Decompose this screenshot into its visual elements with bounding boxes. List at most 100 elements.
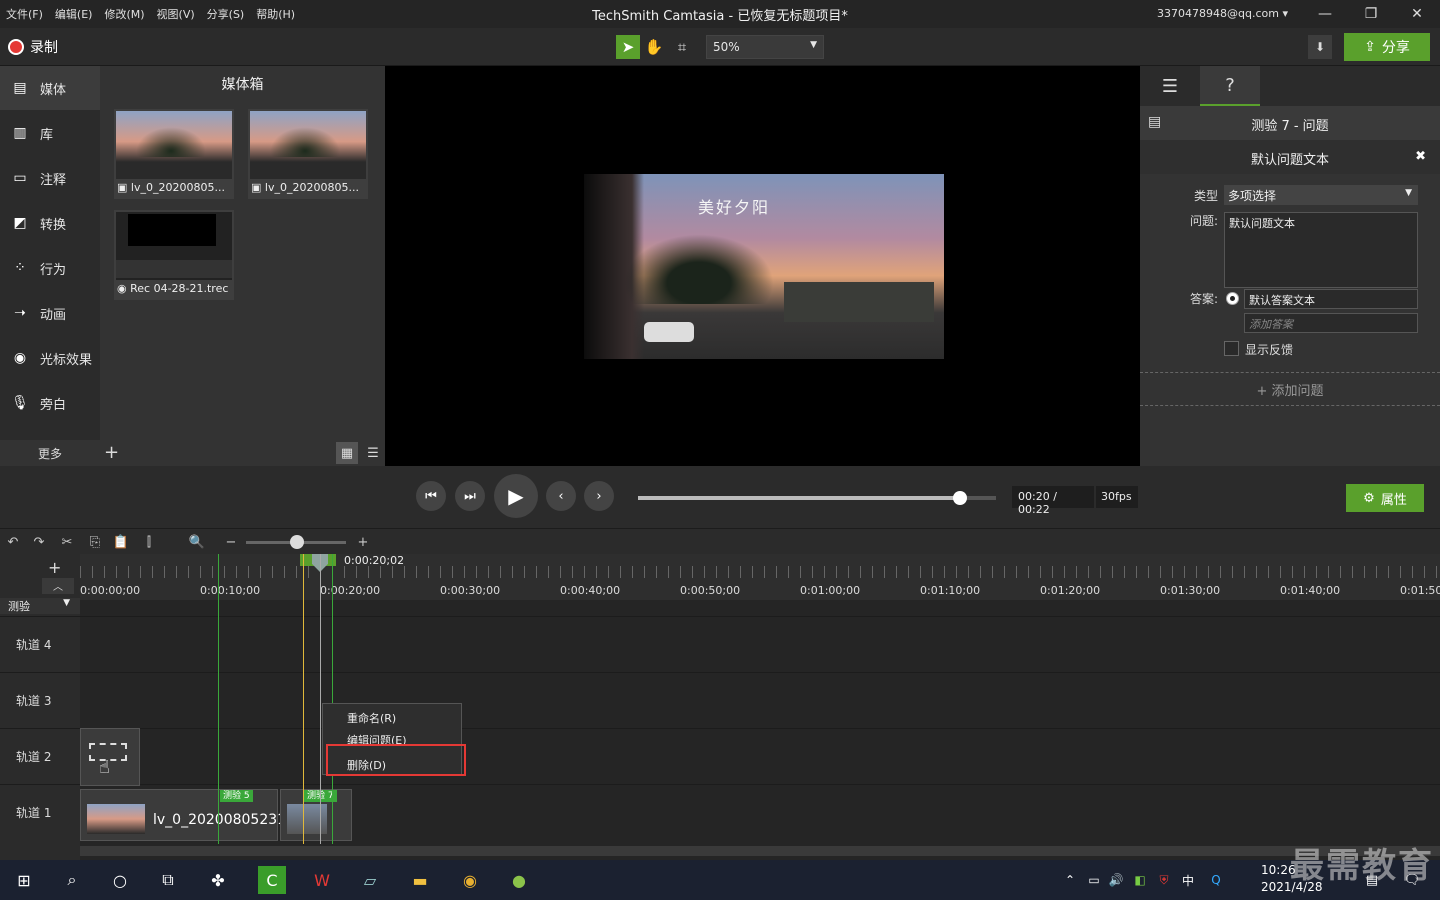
share-button[interactable]: ⇪ 分享 [1344, 33, 1430, 61]
download-icon[interactable]: ⬇ [1308, 35, 1332, 59]
account-menu[interactable]: 3370478948@qq.com ▾ [1157, 7, 1288, 20]
show-feedback-checkbox[interactable] [1224, 341, 1239, 356]
notepad-app-icon[interactable]: ▱ [356, 866, 384, 894]
timeline-zoom-handle[interactable] [290, 535, 304, 549]
play-icon[interactable]: ▶ [494, 474, 538, 518]
step-forward-icon[interactable]: ⏭ [455, 481, 485, 511]
tab-animations[interactable]: ➝ 动画 [0, 291, 100, 335]
watermelon-app-icon[interactable]: ● [505, 866, 533, 894]
quiz-marker[interactable]: 测验 5 [220, 790, 253, 802]
track-header[interactable]: 轨道 2 [0, 728, 80, 784]
previous-icon[interactable]: ‹ [546, 481, 576, 511]
media-footer: 更多 + ▦ ☰ [0, 440, 385, 466]
grid-view-icon[interactable]: ▦ [336, 442, 358, 464]
quiz-filter-select[interactable]: 测验 ▼ [0, 598, 80, 614]
close-icon[interactable]: ✖ [1415, 149, 1426, 164]
time-readout: 00:20 / 00:22 [1012, 486, 1094, 516]
cursor-clip[interactable]: ☝ [80, 728, 140, 786]
scrubber-handle[interactable] [953, 491, 968, 505]
menu-edit[interactable]: 编辑(E) [55, 6, 93, 22]
menu-lines-icon[interactable]: ☰ [1140, 66, 1200, 106]
record-button[interactable]: 录制 [8, 37, 58, 57]
question-type-select[interactable]: 多项选择 ▼ [1224, 185, 1418, 205]
playback-scrubber[interactable] [638, 491, 996, 505]
record-icon [8, 39, 24, 55]
tab-annotations[interactable]: ▭ 注释 [0, 156, 100, 200]
tab-behaviors[interactable]: ⁘ 行为 [0, 246, 100, 290]
add-icon[interactable]: + [104, 442, 119, 463]
preview-canvas[interactable]: 美好夕阳 [385, 66, 1140, 466]
playhead-line [320, 554, 321, 844]
answer-text-field[interactable]: 默认答案文本 [1244, 289, 1418, 309]
zoom-icon[interactable]: 🔍 [188, 533, 206, 551]
track-lane [80, 728, 1440, 784]
timeline-ruler[interactable]: 0:00:00;00 0:00:10;00 0:00:20;00 0:00:30;00… [80, 554, 1440, 600]
timeline-scrollbar[interactable] [80, 846, 1440, 856]
redo-icon[interactable]: ↷ [30, 533, 48, 551]
tab-media[interactable]: ▤ 媒体 [0, 66, 100, 110]
track-lane [80, 672, 1440, 728]
menu-file[interactable]: 文件(F) [6, 6, 43, 22]
tab-library[interactable]: ▥ 库 [0, 111, 100, 155]
more-button[interactable]: 更多 [0, 445, 100, 462]
media-clip[interactable]: ◉ Rec 04-28-21.trec [114, 210, 234, 300]
crop-icon[interactable]: ⌗ [670, 35, 694, 59]
zoom-in-icon[interactable]: + [354, 533, 372, 551]
zoom-out-icon[interactable]: − [222, 533, 240, 551]
question-text-field[interactable]: 默认问题文本 [1224, 212, 1418, 288]
list-view-icon[interactable]: ☰ [362, 442, 384, 464]
qq-icon[interactable]: Q [1202, 866, 1230, 894]
windows-start-icon[interactable]: ⊞ [10, 866, 38, 894]
answer-correct-radio[interactable] [1226, 292, 1239, 305]
track-header[interactable]: 轨道 4 [0, 616, 80, 672]
close-button[interactable]: ✕ [1394, 0, 1440, 28]
chrome-icon[interactable]: ◉ [456, 866, 484, 894]
camtasia-app-icon[interactable]: C [258, 866, 286, 894]
undo-icon[interactable]: ↶ [4, 533, 22, 551]
menu-view[interactable]: 视图(V) [157, 6, 195, 22]
tab-label: 行为 [40, 262, 67, 278]
menu-help[interactable]: 帮助(H) [256, 6, 295, 22]
ime-icon[interactable]: 中 [1174, 866, 1202, 894]
tab-voice-narration[interactable]: 🎙 旁白 [0, 381, 100, 425]
clip-label: Rec 04-28-21.trec [130, 282, 229, 295]
clip-thumbnail [87, 804, 145, 834]
collapse-icon[interactable]: ︿ [42, 578, 74, 594]
restore-button[interactable]: ❐ [1348, 0, 1394, 28]
clip-label: lv_0_20200805... [264, 181, 359, 194]
track-header[interactable]: 轨道 3 [0, 672, 80, 728]
next-icon[interactable]: › [584, 481, 614, 511]
select-tool-icon[interactable]: ➤ [616, 35, 640, 59]
tab-transitions[interactable]: ◩ 转换 [0, 201, 100, 245]
add-answer-field[interactable]: 添加答案 [1244, 313, 1418, 333]
paste-icon[interactable]: 📋 [112, 533, 130, 551]
menu-modify[interactable]: 修改(M) [104, 6, 144, 22]
cut-icon[interactable]: ✂ [58, 533, 76, 551]
pan-hand-icon[interactable]: ✋ [642, 35, 666, 59]
chevron-down-icon: ▼ [63, 598, 70, 608]
track-header[interactable]: 轨道 1 [0, 784, 80, 840]
add-track-icon[interactable]: + [48, 558, 61, 577]
step-back-icon[interactable]: ⏮ [416, 481, 446, 511]
properties-button[interactable]: ⚙ 属性 [1346, 484, 1424, 512]
tab-cursor-effects[interactable]: ◉ 光标效果 [0, 336, 100, 380]
pinwheel-app-icon[interactable]: ✤ [204, 866, 232, 894]
cortana-icon[interactable]: ○ [106, 866, 134, 894]
menu-share[interactable]: 分享(S) [207, 6, 245, 22]
add-question-button[interactable]: + 添加问题 [1140, 372, 1440, 406]
wps-app-icon[interactable]: W [308, 866, 336, 894]
zoom-select[interactable]: 50% ▼ [706, 35, 824, 59]
menu-item-rename[interactable]: 重命名(R) [347, 710, 396, 726]
search-icon[interactable]: ⌕ [58, 866, 86, 894]
media-clip[interactable]: ▣ lv_0_20200805... [114, 109, 234, 199]
file-explorer-icon[interactable]: ▬ [406, 866, 434, 894]
playhead-time: 0:00:20;02 [344, 554, 405, 567]
quiz-title: 测验 7 - 问题 [1251, 119, 1329, 134]
minimize-button[interactable]: — [1302, 0, 1348, 28]
copy-icon[interactable]: ⎘ [86, 533, 104, 551]
task-view-icon[interactable]: ⧉ [154, 866, 182, 894]
media-clip[interactable]: ▣ lv_0_20200805... [248, 109, 368, 199]
help-icon[interactable]: ? [1200, 66, 1260, 106]
tab-label: 动画 [40, 307, 67, 323]
split-icon[interactable]: ⫿ [140, 533, 158, 551]
